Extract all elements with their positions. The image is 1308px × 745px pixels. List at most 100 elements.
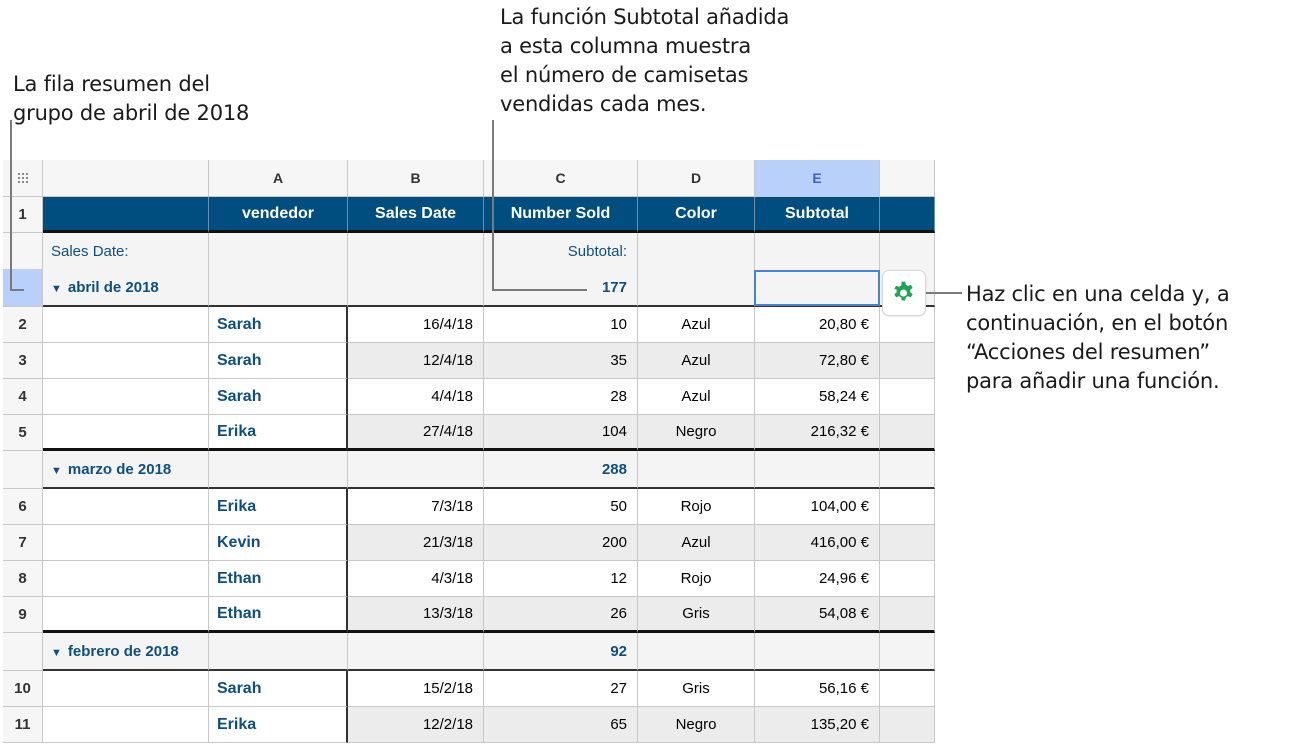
row-number[interactable]: 1	[3, 197, 43, 233]
summary-cell-number-sold[interactable]: Subtotal: 177	[484, 233, 638, 307]
summary-cell-f[interactable]	[880, 633, 935, 671]
cell-subtotal[interactable]: 56,16 €	[755, 671, 880, 707]
cell-number-sold[interactable]: 104	[484, 415, 638, 451]
cell-sales-date[interactable]: 4/3/18	[348, 561, 484, 597]
summary-cell-a[interactable]	[209, 451, 348, 489]
cell-sales-date[interactable]: 13/3/18	[348, 597, 484, 633]
cell-color[interactable]: Azul	[638, 307, 755, 343]
disclosure-triangle-icon[interactable]: ▼	[51, 647, 62, 659]
cell-subtotal[interactable]: 416,00 €	[755, 525, 880, 561]
cell-sales-date[interactable]: 15/2/18	[348, 671, 484, 707]
cell-sales-date[interactable]: 16/4/18	[348, 307, 484, 343]
group-column-cell[interactable]	[43, 707, 209, 743]
cell-number-sold[interactable]: 200	[484, 525, 638, 561]
cell-color[interactable]: Negro	[638, 415, 755, 451]
summary-cell-number-sold[interactable]: 92	[484, 633, 638, 671]
cell-color[interactable]: Azul	[638, 379, 755, 415]
group-column-cell[interactable]	[43, 671, 209, 707]
selected-cell[interactable]	[754, 270, 880, 306]
column-header-c[interactable]: C	[484, 160, 638, 197]
summary-cell-b[interactable]	[348, 633, 484, 671]
cell-subtotal[interactable]: 135,20 €	[755, 707, 880, 743]
cell-vendedor[interactable]: Erika	[209, 489, 348, 525]
summary-cell-color[interactable]	[638, 233, 755, 307]
cell-color[interactable]: Azul	[638, 343, 755, 379]
header-cell-color[interactable]: Color	[638, 197, 755, 233]
cell-vendedor[interactable]: Erika	[209, 707, 348, 743]
cell-number-sold[interactable]: 50	[484, 489, 638, 525]
cell-color[interactable]: Rojo	[638, 561, 755, 597]
cell-subtotal[interactable]: 24,96 €	[755, 561, 880, 597]
summary-cell-subtotal[interactable]	[755, 633, 880, 671]
cell-f[interactable]	[880, 707, 935, 743]
cell-number-sold[interactable]: 27	[484, 671, 638, 707]
cell-sales-date[interactable]: 12/4/18	[348, 343, 484, 379]
cell-f[interactable]	[880, 379, 935, 415]
summary-row-number[interactable]	[3, 233, 43, 307]
cell-f[interactable]	[880, 561, 935, 597]
cell-color[interactable]: Negro	[638, 707, 755, 743]
column-header-f[interactable]	[880, 160, 935, 197]
cell-number-sold[interactable]: 28	[484, 379, 638, 415]
cell-color[interactable]: Rojo	[638, 489, 755, 525]
cell-subtotal[interactable]: 216,32 €	[755, 415, 880, 451]
disclosure-triangle-icon[interactable]: ▼	[51, 283, 62, 295]
cell-f[interactable]	[880, 343, 935, 379]
cell-subtotal[interactable]: 54,08 €	[755, 597, 880, 633]
row-number[interactable]: 6	[3, 489, 43, 525]
cell-subtotal[interactable]: 104,00 €	[755, 489, 880, 525]
cell-number-sold[interactable]: 35	[484, 343, 638, 379]
cell-f[interactable]	[880, 671, 935, 707]
header-cell-vendedor[interactable]: vendedor	[209, 197, 348, 233]
group-column-cell[interactable]	[43, 561, 209, 597]
cell-subtotal[interactable]: 20,80 €	[755, 307, 880, 343]
summary-row-number[interactable]	[3, 451, 43, 489]
group-label-cell[interactable]: ▼ febrero de 2018	[43, 633, 209, 671]
cell-vendedor[interactable]: Sarah	[209, 343, 348, 379]
cell-sales-date[interactable]: 21/3/18	[348, 525, 484, 561]
cell-number-sold[interactable]: 10	[484, 307, 638, 343]
group-column-cell[interactable]	[43, 415, 209, 451]
row-number[interactable]: 8	[3, 561, 43, 597]
row-number[interactable]: 5	[3, 415, 43, 451]
header-cell-f[interactable]	[880, 197, 935, 233]
cell-f[interactable]	[880, 597, 935, 633]
summary-row-number[interactable]	[3, 633, 43, 671]
row-number[interactable]: 3	[3, 343, 43, 379]
cell-sales-date[interactable]: 4/4/18	[348, 379, 484, 415]
summary-cell-f[interactable]	[880, 451, 935, 489]
cell-f[interactable]	[880, 415, 935, 451]
cell-f[interactable]	[880, 489, 935, 525]
cell-color[interactable]: Azul	[638, 525, 755, 561]
cell-vendedor[interactable]: Sarah	[209, 379, 348, 415]
cell-vendedor[interactable]: Erika	[209, 415, 348, 451]
cell-vendedor[interactable]: Ethan	[209, 561, 348, 597]
summary-cell-a[interactable]	[209, 633, 348, 671]
cell-number-sold[interactable]: 26	[484, 597, 638, 633]
cell-sales-date[interactable]: 27/4/18	[348, 415, 484, 451]
cell-vendedor[interactable]: Sarah	[209, 307, 348, 343]
cell-sales-date[interactable]: 7/3/18	[348, 489, 484, 525]
summary-cell-b[interactable]	[348, 233, 484, 307]
summary-cell-subtotal[interactable]	[755, 451, 880, 489]
cell-subtotal[interactable]: 72,80 €	[755, 343, 880, 379]
header-cell-sales-date[interactable]: Sales Date	[348, 197, 484, 233]
group-column-cell[interactable]	[43, 525, 209, 561]
cell-sales-date[interactable]: 12/2/18	[348, 707, 484, 743]
summary-cell-b[interactable]	[348, 451, 484, 489]
summary-cell-a[interactable]	[209, 233, 348, 307]
row-number[interactable]: 11	[3, 707, 43, 743]
column-header-a[interactable]: A	[209, 160, 348, 197]
row-number[interactable]: 10	[3, 671, 43, 707]
group-column-cell[interactable]	[43, 597, 209, 633]
summary-cell-number-sold[interactable]: 288	[484, 451, 638, 489]
header-cell-number-sold[interactable]: Number Sold	[484, 197, 638, 233]
cell-vendedor[interactable]: Ethan	[209, 597, 348, 633]
group-column-cell[interactable]	[43, 343, 209, 379]
column-header-e[interactable]: E	[755, 160, 880, 197]
cell-color[interactable]: Gris	[638, 597, 755, 633]
row-number[interactable]: 7	[3, 525, 43, 561]
summary-cell-color[interactable]	[638, 633, 755, 671]
cell-vendedor[interactable]: Kevin	[209, 525, 348, 561]
row-number[interactable]: 9	[3, 597, 43, 633]
